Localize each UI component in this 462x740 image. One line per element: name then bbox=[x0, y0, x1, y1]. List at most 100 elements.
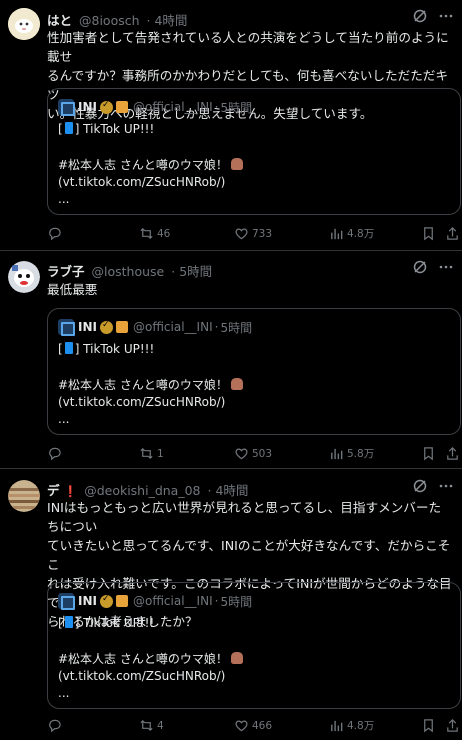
timestamp[interactable]: 4時間 bbox=[154, 13, 187, 28]
quoted-line: #松本人志 さんと噂のウマ娘！ bbox=[58, 156, 243, 173]
timestamp[interactable]: 4時間 bbox=[215, 483, 248, 498]
tweet[interactable]: デ ❗ @deokishi_dna_08 · 4時間 INIはもっともっと広い世… bbox=[0, 470, 462, 740]
like-button[interactable]: 503 bbox=[234, 446, 272, 461]
timestamp[interactable]: 5時間 bbox=[179, 264, 212, 279]
grok-icon[interactable] bbox=[412, 259, 428, 275]
quoted-avatar bbox=[58, 593, 75, 610]
quoted-title: ] TikTok UP!!! bbox=[74, 616, 155, 630]
bracket-open: [ bbox=[58, 122, 63, 136]
bookmark-icon bbox=[421, 226, 436, 241]
share-button[interactable] bbox=[445, 446, 460, 461]
avatar[interactable] bbox=[8, 261, 40, 293]
bookmark-icon bbox=[421, 718, 436, 733]
quoted-hashtag-line: #松本人志 さんと噂のウマ娘！ bbox=[58, 158, 228, 172]
quoted-line: [] TikTok UP!!! bbox=[58, 616, 154, 630]
verified-badge-icon bbox=[99, 594, 113, 608]
avatar[interactable] bbox=[8, 8, 40, 40]
view-count: 5.8万 bbox=[347, 448, 375, 460]
bracket-open: [ bbox=[58, 342, 63, 356]
avatar[interactable] bbox=[8, 480, 40, 512]
like-count: 733 bbox=[252, 227, 273, 240]
quoted-display-name: INI bbox=[78, 100, 97, 114]
quoted-avatar bbox=[58, 319, 75, 336]
share-button[interactable] bbox=[445, 718, 460, 733]
tweet-header: はと @8ioosch · 4時間 bbox=[47, 10, 422, 28]
action-bar: 1 503 5.8万 bbox=[47, 446, 458, 466]
quoted-tweet[interactable]: INI @official__INI · 5時間 [] TikTok UP!!!… bbox=[47, 308, 461, 435]
grok-icon[interactable] bbox=[412, 8, 428, 24]
share-icon bbox=[445, 446, 460, 461]
quoted-ellipsis: ... bbox=[58, 686, 70, 700]
more-icon[interactable] bbox=[438, 478, 454, 494]
display-name[interactable]: デ bbox=[47, 483, 60, 498]
verified-badge-icon bbox=[99, 100, 113, 114]
quoted-avatar bbox=[58, 99, 75, 116]
action-bar: 4 466 4.8万 bbox=[47, 718, 458, 738]
action-bar: 46 733 4.8万 bbox=[47, 226, 458, 246]
retweet-count: 4 bbox=[157, 719, 164, 732]
quoted-line: [] TikTok UP!!! bbox=[58, 122, 154, 136]
reply-button[interactable] bbox=[47, 446, 65, 461]
views-icon bbox=[329, 446, 344, 461]
tweet-header: ラブ子 @losthouse · 5時間 bbox=[47, 261, 422, 279]
quoted-line: #松本人志 さんと噂のウマ娘！ bbox=[58, 376, 243, 393]
quoted-timestamp: 5時間 bbox=[220, 100, 253, 115]
retweet-count: 46 bbox=[157, 227, 171, 240]
like-button[interactable]: 733 bbox=[234, 226, 272, 241]
quoted-ellipsis: ... bbox=[58, 412, 70, 426]
affiliate-badge-icon bbox=[115, 321, 128, 333]
reply-icon bbox=[47, 226, 62, 241]
retweet-count: 1 bbox=[157, 447, 164, 460]
views-button[interactable]: 4.8万 bbox=[329, 226, 374, 241]
retweet-button[interactable]: 46 bbox=[139, 226, 170, 241]
grok-icon[interactable] bbox=[412, 478, 428, 494]
tweet-text-line: INIはもっともっと広い世界が見れると思ってるし、目指すメンバーたちについ bbox=[47, 500, 442, 534]
quoted-display-name: INI bbox=[78, 320, 97, 334]
reply-icon bbox=[47, 446, 62, 461]
dot-separator: · bbox=[146, 13, 151, 28]
bookmark-button[interactable] bbox=[421, 718, 436, 733]
bookmark-button[interactable] bbox=[421, 226, 436, 241]
retweet-icon bbox=[139, 226, 154, 241]
view-count: 4.8万 bbox=[347, 720, 375, 732]
quoted-tweet[interactable]: INI @official__INI · 5時間 [] TikTok UP!!!… bbox=[47, 88, 461, 215]
bookmark-icon bbox=[421, 446, 436, 461]
share-button[interactable] bbox=[445, 226, 460, 241]
share-icon bbox=[445, 226, 460, 241]
reply-button[interactable] bbox=[47, 226, 65, 241]
praying-hands-emoji-icon bbox=[230, 652, 243, 664]
views-button[interactable]: 5.8万 bbox=[329, 446, 374, 461]
view-count: 4.8万 bbox=[347, 228, 375, 240]
dot-separator: · bbox=[214, 100, 219, 114]
like-count: 466 bbox=[252, 719, 273, 732]
reply-button[interactable] bbox=[47, 718, 65, 733]
tweet-text-line: ていきたいと思ってるんです、INIのことが大好きなんです、だからこそこ bbox=[47, 538, 451, 572]
retweet-button[interactable]: 4 bbox=[139, 718, 164, 733]
more-icon[interactable] bbox=[438, 8, 454, 24]
user-handle[interactable]: @8ioosch bbox=[79, 13, 140, 28]
tweet[interactable]: はと @8ioosch · 4時間 性加害者として告発されている人との共演をどう… bbox=[0, 0, 462, 250]
quoted-timestamp: 5時間 bbox=[220, 594, 253, 609]
exclamation-emoji-icon: ❗ bbox=[63, 485, 78, 498]
quoted-link: (vt.tiktok.com/ZSucHNRob/) bbox=[58, 175, 226, 189]
user-handle[interactable]: @losthouse bbox=[92, 264, 165, 279]
display-name[interactable]: はと bbox=[47, 13, 72, 28]
divider bbox=[0, 468, 462, 469]
quoted-line: [] TikTok UP!!! bbox=[58, 342, 154, 356]
like-button[interactable]: 466 bbox=[234, 718, 272, 733]
display-name[interactable]: ラブ子 bbox=[47, 264, 85, 279]
quoted-link: (vt.tiktok.com/ZSucHNRob/) bbox=[58, 669, 226, 683]
quoted-tweet[interactable]: INI @official__INI · 5時間 [] TikTok UP!!!… bbox=[47, 582, 461, 709]
reply-icon bbox=[47, 718, 62, 733]
quoted-ellipsis: ... bbox=[58, 192, 70, 206]
dot-separator: · bbox=[214, 320, 219, 334]
affiliate-badge-icon bbox=[115, 595, 128, 607]
views-button[interactable]: 4.8万 bbox=[329, 718, 374, 733]
quoted-line: #松本人志 さんと噂のウマ娘！ bbox=[58, 650, 243, 667]
retweet-button[interactable]: 1 bbox=[139, 446, 164, 461]
more-icon[interactable] bbox=[438, 259, 454, 275]
tweet[interactable]: ラブ子 @losthouse · 5時間 最低最悪 INI @official_… bbox=[0, 251, 462, 467]
user-handle[interactable]: @deokishi_dna_08 bbox=[84, 483, 200, 498]
quoted-hashtag-line: #松本人志 さんと噂のウマ娘！ bbox=[58, 652, 228, 666]
bookmark-button[interactable] bbox=[421, 446, 436, 461]
